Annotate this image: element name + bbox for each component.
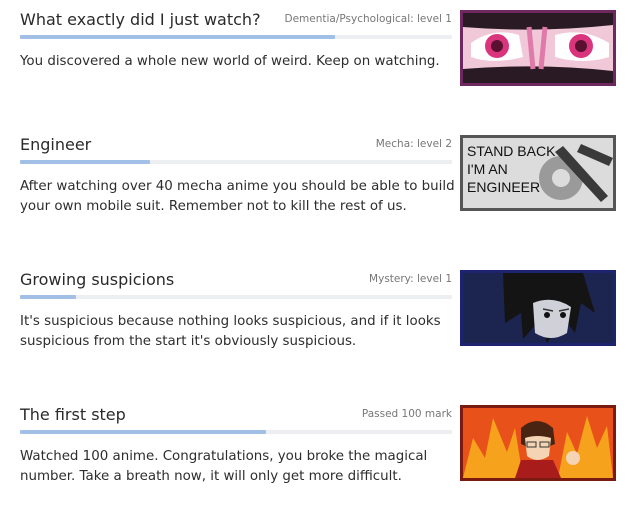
achievement-card: Growing suspicions Mystery: level 1 It's… [0, 270, 631, 370]
badge-text-line: ENGINEER [467, 179, 540, 195]
achievement-progress-fill [20, 430, 267, 434]
achievement-description: Watched 100 anime. Congratulations, you … [20, 449, 428, 484]
engineer-badge-icon[interactable]: STAND BACK I'M AN ENGINEER [460, 135, 616, 211]
achievement-card: What exactly did I just watch? Dementia/… [0, 10, 631, 110]
achievement-progress-bar [20, 35, 452, 39]
achievement-progress-bar [20, 160, 452, 164]
badge-text-line: STAND BACK [467, 143, 556, 159]
achievement-category: Mystery: level 1 [369, 273, 452, 285]
achievement-card: The first step Passed 100 mark Watched 1… [0, 405, 631, 505]
achievement-title: What exactly did I just watch? [20, 10, 261, 29]
dementia-eyes-badge-icon[interactable] [460, 10, 616, 86]
achievement-progress-bar [20, 295, 452, 299]
achievement-description: After watching over 40 mecha anime you s… [20, 179, 455, 214]
achievement-progress-fill [20, 295, 77, 299]
achievement-title: The first step [20, 405, 126, 424]
mystery-detective-badge-icon[interactable] [460, 270, 616, 346]
achievement-category: Mecha: level 2 [375, 138, 452, 150]
achievement-title: Growing suspicions [20, 270, 175, 289]
achievement-progress-bar [20, 430, 452, 434]
first-step-fire-badge-icon[interactable] [460, 405, 616, 481]
achievement-progress-fill [20, 35, 336, 39]
achievement-category: Dementia/Psychological: level 1 [284, 13, 453, 25]
achievement-description: You discovered a whole new world of weir… [20, 54, 440, 69]
achievement-progress-fill [20, 160, 150, 164]
achievement-description: It's suspicious because nothing looks su… [20, 314, 441, 349]
badge-text-line: I'M AN [467, 161, 508, 177]
achievement-card: Engineer Mecha: level 2 After watching o… [0, 135, 631, 235]
achievement-category: Passed 100 mark [361, 408, 452, 420]
achievement-title: Engineer [20, 135, 92, 154]
